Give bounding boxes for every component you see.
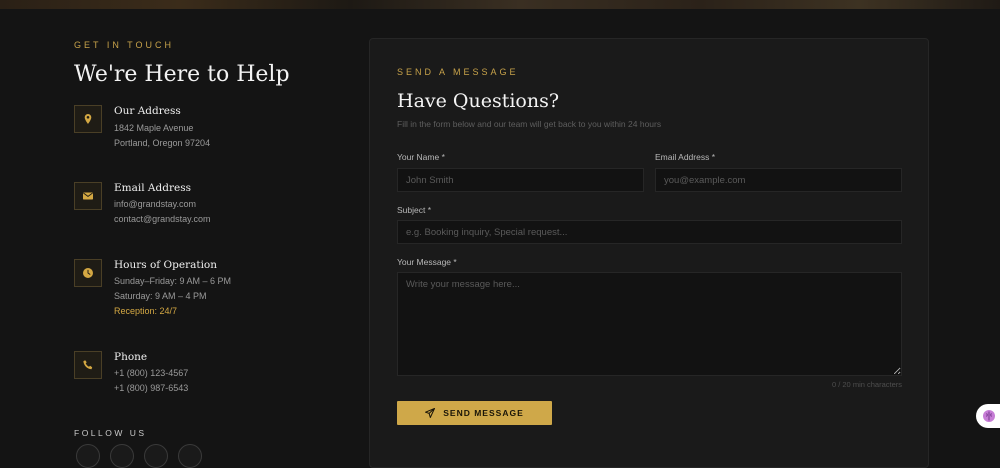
message-label: Your Message * xyxy=(397,257,457,267)
email-line-1[interactable]: info@grandstay.com xyxy=(114,199,196,209)
subject-input[interactable] xyxy=(397,220,902,244)
form-eyebrow: SEND A MESSAGE xyxy=(397,67,519,77)
form-title: Have Questions? xyxy=(397,90,560,112)
send-icon xyxy=(425,408,436,418)
name-input[interactable] xyxy=(397,168,644,192)
follow-us-label: FOLLOW US xyxy=(74,428,147,438)
contact-title: We're Here to Help xyxy=(74,62,290,87)
message-textarea[interactable] xyxy=(397,272,902,376)
envelope-icon xyxy=(74,182,102,210)
phone-icon xyxy=(74,351,102,379)
header-image-strip xyxy=(0,0,1000,9)
email-input[interactable] xyxy=(655,168,902,192)
form-subtitle: Fill in the form below and our team will… xyxy=(397,119,662,129)
phone-line-2[interactable]: +1 (800) 987-6543 xyxy=(114,383,188,393)
contact-form-card: SEND A MESSAGE Have Questions? Fill in t… xyxy=(369,38,929,468)
hours-reception: Reception: 24/7 xyxy=(114,306,178,316)
character-counter: 0 / 20 min characters xyxy=(831,380,902,389)
address-line-2: Portland, Oregon 97204 xyxy=(114,138,211,148)
send-message-label: SEND MESSAGE xyxy=(443,408,524,418)
instagram-icon[interactable] xyxy=(110,444,134,468)
subject-label: Subject * xyxy=(397,205,432,215)
address-title: Our Address xyxy=(114,105,181,117)
hours-title: Hours of Operation xyxy=(114,259,218,271)
assistant-widget-button[interactable] xyxy=(976,404,1000,428)
phone-title: Phone xyxy=(114,351,148,363)
name-label: Your Name * xyxy=(397,152,445,162)
clock-icon xyxy=(74,259,102,287)
facebook-icon[interactable] xyxy=(76,444,100,468)
contact-eyebrow: GET IN TOUCH xyxy=(74,40,175,50)
phone-line-1[interactable]: +1 (800) 123-4567 xyxy=(114,368,188,378)
brain-icon xyxy=(983,410,995,422)
email-line-2[interactable]: contact@grandstay.com xyxy=(114,214,211,224)
hours-line-1: Sunday–Friday: 9 AM – 6 PM xyxy=(114,276,232,286)
hours-line-2: Saturday: 9 AM – 4 PM xyxy=(114,291,207,301)
location-pin-icon xyxy=(74,105,102,133)
address-line-1: 1842 Maple Avenue xyxy=(114,123,194,133)
send-message-button[interactable]: SEND MESSAGE xyxy=(397,401,552,425)
email-title: Email Address xyxy=(114,182,191,194)
email-label: Email Address * xyxy=(655,152,715,162)
linkedin-icon[interactable] xyxy=(178,444,202,468)
twitter-icon[interactable] xyxy=(144,444,168,468)
